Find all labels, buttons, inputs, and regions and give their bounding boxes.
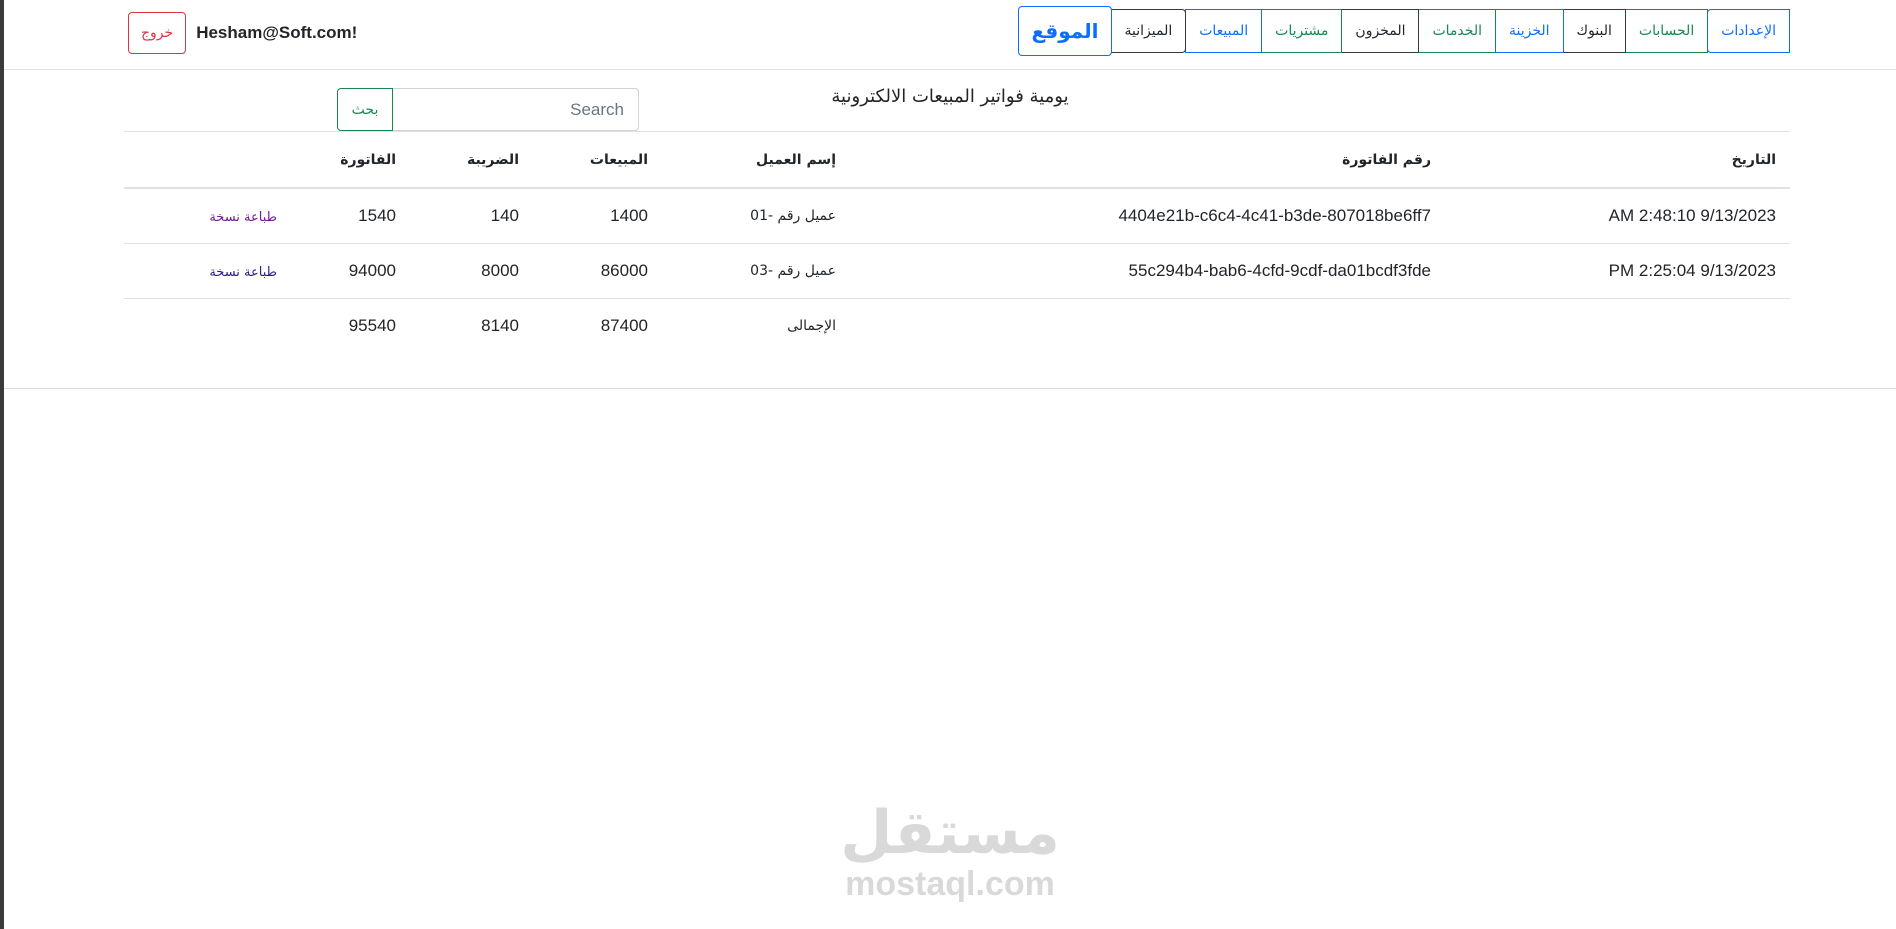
nav-item-sales[interactable]: المبيعات: [1185, 9, 1263, 53]
col-header-date: التاريخ: [1445, 131, 1790, 189]
cell-invoice-total: 1540: [291, 188, 410, 244]
totals-tax: 8140: [481, 316, 519, 335]
cell-tax: 8000: [410, 243, 533, 299]
cell-invoice-no: 4404e21b-c6c4-4c41-b3de-807018be6ff7: [850, 188, 1445, 244]
totals-invoice-total: 95540: [348, 316, 396, 335]
invoices-table-wrap: التاريخ رقم الفاتورة إسم العميل المبيعات…: [124, 131, 1790, 353]
cell-date: [1445, 299, 1790, 354]
invoices-table: التاريخ رقم الفاتورة إسم العميل المبيعات…: [124, 131, 1790, 353]
cell-customer: عميل رقم -01: [662, 188, 850, 244]
logout-button[interactable]: خروج: [128, 12, 187, 54]
cell-invoice-no: [850, 299, 1445, 354]
cell-date: 9/13/2023 2:25:04 PM: [1445, 243, 1790, 299]
cell-invoice-total: 94000: [291, 243, 410, 299]
cell-customer: عميل رقم -03: [662, 243, 850, 299]
nav-brand-button[interactable]: الموقع: [1018, 6, 1112, 56]
nav-item-budget[interactable]: الميزانية: [1110, 9, 1187, 53]
search-bar: بحث: [337, 88, 639, 131]
cell-sales: 1400: [533, 188, 662, 244]
table-row: 9/13/2023 2:25:04 PM 55c294b4-bab6-4cfd-…: [124, 243, 1790, 299]
search-button[interactable]: بحث: [337, 88, 393, 131]
totals-sales: 87400: [600, 316, 648, 335]
nav-item-settings[interactable]: الإعدادات: [1707, 9, 1790, 53]
cell-tax: 140: [410, 188, 533, 244]
col-header-sales: المبيعات: [533, 131, 662, 189]
search-input[interactable]: [393, 88, 639, 131]
nav-item-banks[interactable]: البنوك: [1562, 9, 1626, 53]
user-greeting: Hesham@Soft.com!: [196, 23, 358, 42]
page-title: يومية فواتير المبيعات الالكترونية: [831, 86, 1069, 107]
watermark-arabic: مستقل: [840, 798, 1060, 868]
col-header-actions: [124, 131, 291, 189]
content-divider: [4, 388, 1896, 389]
print-copy-link[interactable]: طباعة نسخة: [209, 210, 277, 225]
nav-item-purchases[interactable]: مشتريات: [1261, 9, 1343, 53]
cell-actions: طباعة نسخة: [124, 243, 291, 299]
cell-sales: 86000: [533, 243, 662, 299]
user-area: خروج Hesham@Soft.com!: [128, 12, 357, 54]
top-navbar: الموقع الميزانية المبيعات مشتريات المخزو…: [4, 0, 1896, 70]
cell-actions: [124, 299, 291, 354]
totals-row: الإجمالى 87400 8140 95540: [124, 299, 1790, 354]
table-row: 9/13/2023 2:48:10 AM 4404e21b-c6c4-4c41-…: [124, 188, 1790, 244]
cell-invoice-no: 55c294b4-bab6-4cfd-9cdf-da01bcdf3fde: [850, 243, 1445, 299]
col-header-invoice-total: الفاتورة: [291, 131, 410, 189]
nav-item-treasury[interactable]: الخزينة: [1494, 9, 1564, 53]
cell-actions: طباعة نسخة: [124, 188, 291, 244]
col-header-invoice-no: رقم الفاتورة: [850, 131, 1445, 189]
nav-item-services[interactable]: الخدمات: [1418, 9, 1496, 53]
totals-label: الإجمالى: [787, 318, 836, 334]
table-header-row: التاريخ رقم الفاتورة إسم العميل المبيعات…: [124, 131, 1790, 189]
nav-item-accounts[interactable]: الحسابات: [1624, 9, 1709, 53]
cell-date: 9/13/2023 2:48:10 AM: [1445, 188, 1790, 244]
watermark-logo: مستقل mostaql.com: [800, 800, 1100, 902]
main-nav: الموقع الميزانية المبيعات مشتريات المخزو…: [1018, 6, 1790, 56]
watermark-latin: mostaql.com: [845, 865, 1055, 903]
col-header-customer: إسم العميل: [662, 131, 850, 189]
col-header-tax: الضريبة: [410, 131, 533, 189]
print-copy-link[interactable]: طباعة نسخة: [209, 265, 277, 280]
nav-item-inventory[interactable]: المخزون: [1341, 9, 1420, 53]
